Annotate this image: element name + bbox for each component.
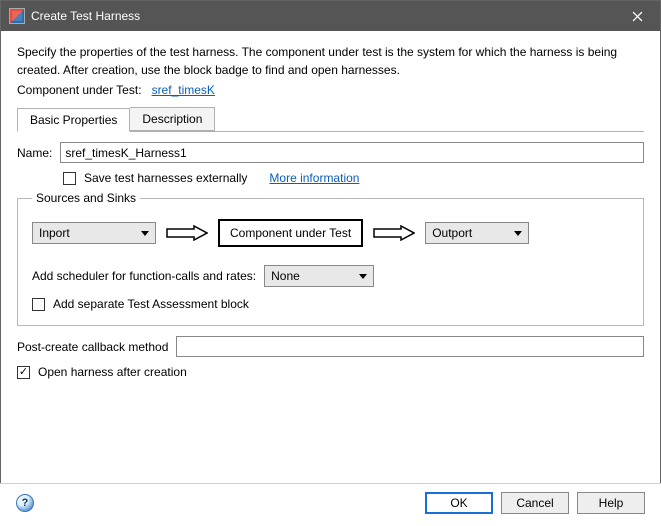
add-assessment-checkbox[interactable] [32,298,45,311]
close-button[interactable] [615,1,660,31]
component-under-test-box: Component under Test [218,219,363,247]
tab-description[interactable]: Description [130,107,215,131]
dialog-footer: ? OK Cancel Help [0,483,661,526]
tab-basic-label: Basic Properties [30,113,117,127]
chevron-down-icon [359,274,367,279]
ok-label: OK [450,496,467,510]
save-externally-label: Save test harnesses externally [84,171,247,185]
arrow-right-icon [373,225,415,241]
sources-and-sinks-legend: Sources and Sinks [32,191,140,205]
input-source-select[interactable]: Inport [32,222,156,244]
app-icon [9,8,25,24]
ok-button[interactable]: OK [425,492,493,514]
tab-basic-properties[interactable]: Basic Properties [17,108,130,132]
open-after-label: Open harness after creation [38,365,187,379]
chevron-down-icon [514,231,522,236]
window-title: Create Test Harness [31,9,615,23]
tab-description-label: Description [142,112,202,126]
close-icon [632,11,643,22]
output-sink-select[interactable]: Outport [425,222,529,244]
tabstrip: Basic Properties Description [17,107,644,132]
intro-text: Specify the properties of the test harne… [17,43,644,79]
post-create-label: Post-create callback method [17,340,168,354]
component-under-test-label: Component under Test: [17,83,142,97]
name-input[interactable] [60,142,644,163]
add-assessment-label: Add separate Test Assessment block [53,297,249,311]
cancel-button[interactable]: Cancel [501,492,569,514]
name-label: Name: [17,146,52,160]
help-button[interactable]: Help [577,492,645,514]
help-label: Help [599,496,624,510]
open-after-checkbox[interactable] [17,366,30,379]
scheduler-label: Add scheduler for function-calls and rat… [32,269,256,283]
more-information-link[interactable]: More information [269,171,359,185]
output-sink-value: Outport [432,226,472,240]
sources-and-sinks-group: Sources and Sinks Inport Component under… [17,191,644,326]
input-source-value: Inport [39,226,70,240]
cancel-label: Cancel [516,496,553,510]
post-create-input[interactable] [176,336,644,357]
arrow-right-icon [166,225,208,241]
scheduler-select[interactable]: None [264,265,374,287]
save-externally-checkbox[interactable] [63,172,76,185]
titlebar: Create Test Harness [1,1,660,31]
help-icon[interactable]: ? [16,494,34,512]
chevron-down-icon [141,231,149,236]
scheduler-value: None [271,269,300,283]
component-under-test-link[interactable]: sref_timesK [152,83,215,97]
